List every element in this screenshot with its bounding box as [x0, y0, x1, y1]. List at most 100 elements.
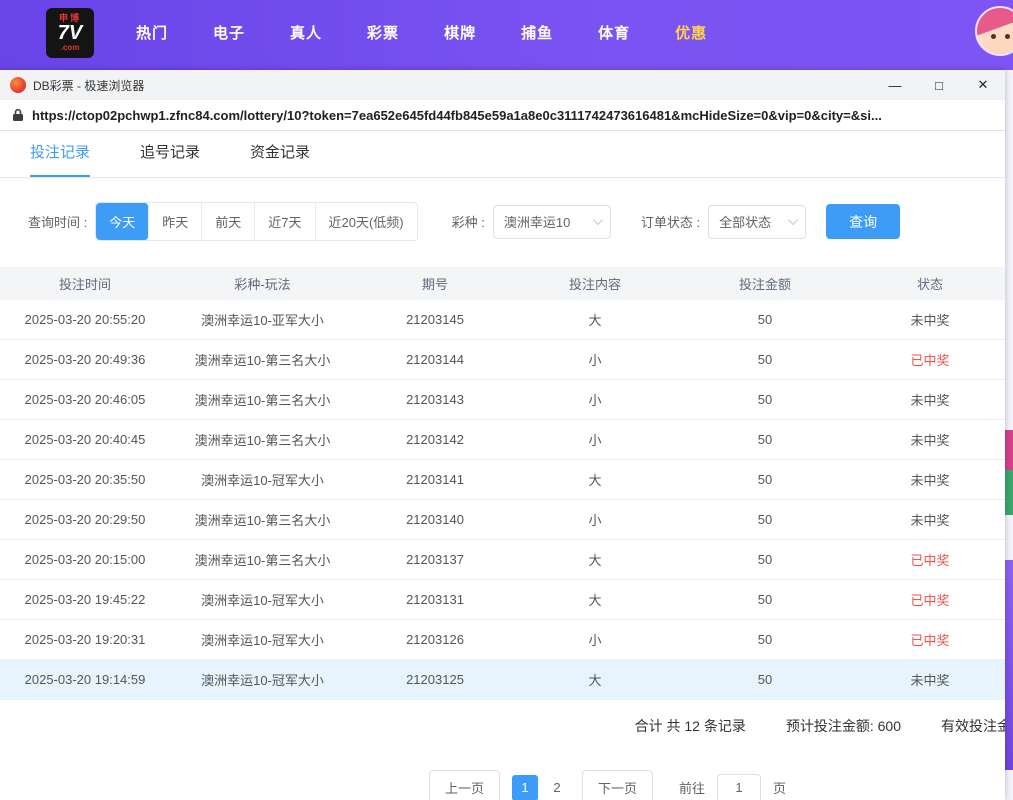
- lottery-record-page: 投注记录 追号记录 资金记录 查询时间 : 今天昨天前天近7天近20天(低频) 彩种…: [0, 131, 1005, 800]
- window-controls: — □ ✕: [873, 70, 1005, 100]
- nav-item-6[interactable]: 体育: [598, 22, 630, 43]
- cell-issue: 21203141: [355, 472, 515, 487]
- cell-content: 小: [515, 350, 675, 369]
- pagination: 上一页 12 下一页 前往 页: [105, 770, 1005, 800]
- cell-amount: 50: [675, 472, 855, 487]
- cell-game: 澳洲幸运10-第三名大小: [170, 510, 355, 529]
- cell-amount: 50: [675, 512, 855, 527]
- nav-item-0[interactable]: 热门: [136, 22, 168, 43]
- nav-item-4[interactable]: 棋牌: [444, 22, 476, 43]
- time-option-2[interactable]: 前天: [202, 203, 255, 240]
- order-status-label: 订单状态 :: [641, 212, 700, 231]
- table-row: 2025-03-20 20:15:00澳洲幸运10-第三名大小21203137大…: [0, 540, 1005, 580]
- table-row: 2025-03-20 20:55:20澳洲幸运10-亚军大小21203145大5…: [0, 300, 1005, 340]
- next-page-button[interactable]: 下一页: [582, 770, 653, 800]
- table-row: 2025-03-20 19:14:59澳洲幸运10-冠军大小21203125大5…: [0, 660, 1005, 700]
- background-widget-green: [1005, 470, 1013, 515]
- page-number-2[interactable]: 2: [544, 775, 570, 800]
- logo-text-main: 7V: [58, 23, 82, 44]
- cell-content: 小: [515, 430, 675, 449]
- table-row: 2025-03-20 20:46:05澳洲幸运10-第三名大小21203143小…: [0, 380, 1005, 420]
- summary-total: 合计 共 12 条记录: [635, 716, 746, 736]
- nav-item-5[interactable]: 捕鱼: [521, 22, 553, 43]
- nav-item-1[interactable]: 电子: [213, 22, 245, 43]
- prev-page-button[interactable]: 上一页: [429, 770, 500, 800]
- background-page-strip: [1005, 70, 1013, 800]
- query-button[interactable]: 查询: [826, 204, 900, 239]
- background-widget-pink: [1005, 430, 1013, 470]
- tab-2[interactable]: 资金记录: [250, 141, 310, 177]
- cell-issue: 21203125: [355, 672, 515, 687]
- tab-0[interactable]: 投注记录: [30, 141, 90, 177]
- cell-content: 小: [515, 510, 675, 529]
- close-button[interactable]: ✕: [961, 70, 1005, 100]
- cell-content: 大: [515, 670, 675, 689]
- nav-item-2[interactable]: 真人: [290, 22, 322, 43]
- summary-bar: 合计 共 12 条记录 预计投注金额: 600 有效投注金: [0, 716, 1005, 736]
- cell-amount: 50: [675, 392, 855, 407]
- nav-item-3[interactable]: 彩票: [367, 22, 399, 43]
- background-widget-purple: [1005, 560, 1013, 770]
- time-option-3[interactable]: 近7天: [255, 203, 315, 240]
- table-row: 2025-03-20 20:35:50澳洲幸运10-冠军大小21203141大5…: [0, 460, 1005, 500]
- browser-url-bar[interactable]: https://ctop02pchwp1.zfnc84.com/lottery/…: [0, 100, 1005, 131]
- page-number-1[interactable]: 1: [512, 775, 538, 800]
- cell-issue: 21203131: [355, 592, 515, 607]
- goto-page-suffix: 页: [773, 778, 786, 797]
- time-option-1[interactable]: 昨天: [149, 203, 202, 240]
- cell-content: 大: [515, 550, 675, 569]
- url-text: https://ctop02pchwp1.zfnc84.com/lottery/…: [32, 108, 882, 123]
- cell-status: 未中奖: [855, 430, 1005, 449]
- lottery-select[interactable]: 澳洲幸运10: [493, 205, 611, 239]
- cell-time: 2025-03-20 19:45:22: [0, 592, 170, 607]
- goto-label: 前往: [679, 778, 705, 797]
- window-title: DB彩票 - 极速浏览器: [33, 77, 144, 94]
- cell-status: 未中奖: [855, 390, 1005, 409]
- time-filter-group: 今天昨天前天近7天近20天(低频): [95, 202, 417, 241]
- cell-status: 已中奖: [855, 350, 1005, 369]
- header-cell-2: 期号: [355, 274, 515, 293]
- cell-issue: 21203145: [355, 312, 515, 327]
- site-logo[interactable]: 申博 7V .com: [46, 8, 94, 58]
- cell-game: 澳洲幸运10-冠军大小: [170, 590, 355, 609]
- cell-issue: 21203140: [355, 512, 515, 527]
- cell-status: 已中奖: [855, 550, 1005, 569]
- table-row: 2025-03-20 19:45:22澳洲幸运10-冠军大小21203131大5…: [0, 580, 1005, 620]
- cell-status: 未中奖: [855, 470, 1005, 489]
- order-status-value: 全部状态: [719, 212, 771, 231]
- cell-content: 小: [515, 390, 675, 409]
- cell-issue: 21203144: [355, 352, 515, 367]
- order-status-select[interactable]: 全部状态: [708, 205, 806, 239]
- summary-valid-amount: 有效投注金: [941, 716, 1005, 736]
- page-numbers: 12: [512, 775, 570, 800]
- goto-page-input[interactable]: [717, 774, 761, 800]
- header-cell-4: 投注金额: [675, 274, 855, 293]
- table-row: 2025-03-20 20:49:36澳洲幸运10-第三名大小21203144小…: [0, 340, 1005, 380]
- cell-game: 澳洲幸运10-冠军大小: [170, 630, 355, 649]
- cell-game: 澳洲幸运10-亚军大小: [170, 310, 355, 329]
- cell-status: 已中奖: [855, 590, 1005, 609]
- cell-amount: 50: [675, 432, 855, 447]
- cell-game: 澳洲幸运10-冠军大小: [170, 670, 355, 689]
- lock-icon: [12, 108, 24, 122]
- time-option-4[interactable]: 近20天(低频): [316, 203, 417, 240]
- cell-issue: 21203137: [355, 552, 515, 567]
- cell-time: 2025-03-20 20:35:50: [0, 472, 170, 487]
- minimize-button[interactable]: —: [873, 70, 917, 100]
- tab-1[interactable]: 追号记录: [140, 141, 200, 177]
- cell-status: 未中奖: [855, 670, 1005, 689]
- time-option-0[interactable]: 今天: [96, 203, 149, 240]
- nav-item-7[interactable]: 优惠: [675, 22, 707, 43]
- chevron-down-icon: [788, 215, 798, 225]
- cell-status: 未中奖: [855, 510, 1005, 529]
- maximize-button[interactable]: □: [917, 70, 961, 100]
- header-cell-0: 投注时间: [0, 274, 170, 293]
- user-avatar[interactable]: [975, 6, 1013, 56]
- cell-issue: 21203126: [355, 632, 515, 647]
- top-nav: 热门 电子 真人 彩票 棋牌 捕鱼 体育 优惠: [136, 22, 707, 43]
- cell-content: 大: [515, 470, 675, 489]
- filter-bar: 查询时间 : 今天昨天前天近7天近20天(低频) 彩种 : 澳洲幸运10 订单状…: [28, 202, 1005, 241]
- cell-game: 澳洲幸运10-冠军大小: [170, 470, 355, 489]
- lottery-select-value: 澳洲幸运10: [504, 212, 570, 231]
- table-header: 投注时间彩种-玩法期号投注内容投注金额状态: [0, 267, 1005, 300]
